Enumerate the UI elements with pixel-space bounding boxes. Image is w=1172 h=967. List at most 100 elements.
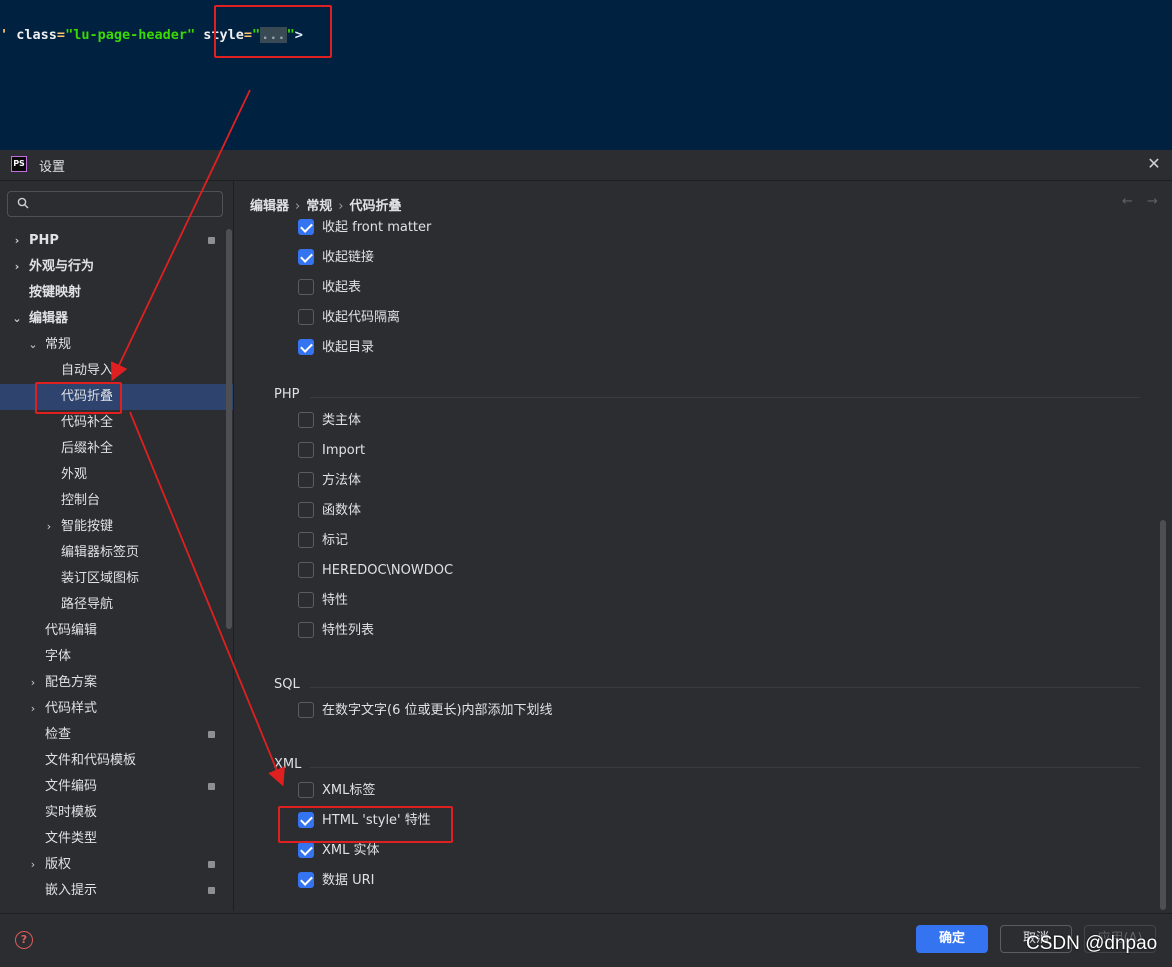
dialog-footer: ? 确定 取消 应用(A)	[0, 913, 1172, 967]
checkbox-label: 收起代码隔离	[322, 310, 401, 325]
chevron-right-icon[interactable]: ›	[27, 696, 39, 722]
chevron-right-icon[interactable]: ›	[27, 670, 39, 696]
checkbox-unchecked[interactable]	[298, 562, 314, 578]
checkbox-unchecked[interactable]	[298, 279, 314, 295]
sidebar-item-label: 实时模板	[45, 805, 98, 820]
sidebar-item-label: 代码样式	[45, 701, 98, 716]
checkbox-checked[interactable]	[298, 872, 314, 888]
sidebar-item[interactable]: 实时模板	[0, 800, 233, 826]
search-input[interactable]	[36, 195, 220, 215]
checkbox-label: XML标签	[322, 783, 376, 798]
checkbox-label: XML 实体	[322, 843, 380, 858]
sidebar-item-label: PHP	[29, 233, 59, 248]
breadcrumb-item[interactable]: 常规	[306, 199, 332, 214]
sidebar-item[interactable]: › PHP	[0, 228, 233, 254]
checkbox-checked[interactable]	[298, 219, 314, 235]
sidebar-item[interactable]: 外观	[0, 462, 233, 488]
sidebar-item-label: 版权	[45, 857, 72, 872]
sidebar-item[interactable]: 控制台	[0, 488, 233, 514]
sidebar-item-label: 装订区域图标	[61, 571, 140, 586]
sidebar-item-label: 控制台	[61, 493, 101, 508]
sidebar-item[interactable]: 装订区域图标	[0, 566, 233, 592]
checkbox-unchecked[interactable]	[298, 442, 314, 458]
checkbox-checked[interactable]	[298, 249, 314, 265]
section-divider	[310, 767, 1140, 768]
sidebar-item[interactable]: 编辑器标签页	[0, 540, 233, 566]
sidebar-item-label: 检查	[45, 727, 72, 742]
annotation-box-style	[214, 5, 332, 58]
checkbox-unchecked[interactable]	[298, 702, 314, 718]
section-title: SQL	[274, 677, 300, 692]
sidebar-item-label: 外观与行为	[29, 259, 95, 274]
checkbox-label: 标记	[322, 533, 349, 548]
help-icon[interactable]: ?	[15, 931, 33, 949]
breadcrumb-item[interactable]: 编辑器	[250, 199, 289, 214]
sidebar-item[interactable]: 文件和代码模板	[0, 748, 233, 774]
project-scope-icon	[208, 887, 215, 894]
section-divider	[310, 687, 1140, 688]
checkbox-unchecked[interactable]	[298, 532, 314, 548]
chevron-right-icon[interactable]: ›	[27, 852, 39, 878]
sidebar-item[interactable]: › 代码样式	[0, 696, 233, 722]
checkbox-label: 在数字文字(6 位或更长)内部添加下划线	[322, 703, 553, 718]
sidebar-item-label: 编辑器	[29, 311, 69, 326]
sidebar-item-label: 后缀补全	[61, 441, 114, 456]
checkbox-unchecked[interactable]	[298, 622, 314, 638]
sidebar-item[interactable]: 按键映射	[0, 280, 233, 306]
sidebar-item[interactable]: 文件编码	[0, 774, 233, 800]
sidebar-item[interactable]: › 智能按键	[0, 514, 233, 540]
sidebar-item[interactable]: 文件类型	[0, 826, 233, 852]
project-scope-icon	[208, 731, 215, 738]
chevron-right-icon[interactable]: ›	[43, 514, 55, 540]
back-arrow-icon[interactable]: ←	[1122, 194, 1133, 209]
checkbox-checked[interactable]	[298, 339, 314, 355]
section-title: XML	[274, 757, 302, 772]
sidebar-item[interactable]: › 版权	[0, 852, 233, 878]
section-divider	[310, 397, 1140, 398]
breadcrumb-separator-icon: ›	[295, 199, 301, 214]
watermark: CSDN @dnpao	[1026, 933, 1158, 954]
checkbox-label: 收起表	[322, 280, 362, 295]
sidebar-item[interactable]: 路径导航	[0, 592, 233, 618]
sidebar-scrollbar[interactable]	[226, 229, 232, 629]
sidebar-item[interactable]: 代码编辑	[0, 618, 233, 644]
sidebar-item[interactable]: › 配色方案	[0, 670, 233, 696]
checkbox-label: 收起目录	[322, 340, 375, 355]
sidebar-item[interactable]: 检查	[0, 722, 233, 748]
project-scope-icon	[208, 237, 215, 244]
checkbox-unchecked[interactable]	[298, 502, 314, 518]
forward-arrow-icon[interactable]: →	[1147, 194, 1158, 209]
checkbox-unchecked[interactable]	[298, 782, 314, 798]
chevron-down-icon[interactable]: ⌄	[11, 306, 23, 332]
checkbox-checked[interactable]	[298, 842, 314, 858]
chevron-right-icon[interactable]: ›	[11, 254, 23, 280]
sidebar-item[interactable]: ⌄ 常规	[0, 332, 233, 358]
checkbox-label: 类主体	[322, 413, 362, 428]
checkbox-label: 函数体	[322, 503, 362, 518]
sidebar-item-label: 外观	[61, 467, 88, 482]
project-scope-icon	[208, 783, 215, 790]
content-scrollbar[interactable]	[1160, 520, 1166, 910]
sidebar-item[interactable]: › 外观与行为	[0, 254, 233, 280]
checkbox-label: 方法体	[322, 473, 362, 488]
search-icon	[17, 197, 29, 209]
sidebar-item[interactable]: 自动导入	[0, 358, 233, 384]
checkbox-unchecked[interactable]	[298, 309, 314, 325]
ok-button[interactable]: 确定	[916, 925, 988, 953]
sidebar-item[interactable]: 后缀补全	[0, 436, 233, 462]
sidebar-item-label: 文件编码	[45, 779, 98, 794]
sidebar-item[interactable]: ⌄ 编辑器	[0, 306, 233, 332]
close-button[interactable]: ✕	[1144, 154, 1164, 174]
chevron-right-icon[interactable]: ›	[11, 228, 23, 254]
sidebar-item[interactable]: 字体	[0, 644, 233, 670]
chevron-down-icon[interactable]: ⌄	[27, 332, 39, 358]
checkbox-unchecked[interactable]	[298, 412, 314, 428]
code-eq: =	[56, 27, 66, 43]
search-box[interactable]	[7, 191, 223, 217]
checkbox-label: 收起链接	[322, 250, 375, 265]
code-attr-class: class	[8, 27, 57, 43]
checkbox-unchecked[interactable]	[298, 592, 314, 608]
sidebar-item[interactable]: 嵌入提示	[0, 878, 233, 904]
sidebar-item-label: 按键映射	[29, 285, 82, 300]
checkbox-unchecked[interactable]	[298, 472, 314, 488]
